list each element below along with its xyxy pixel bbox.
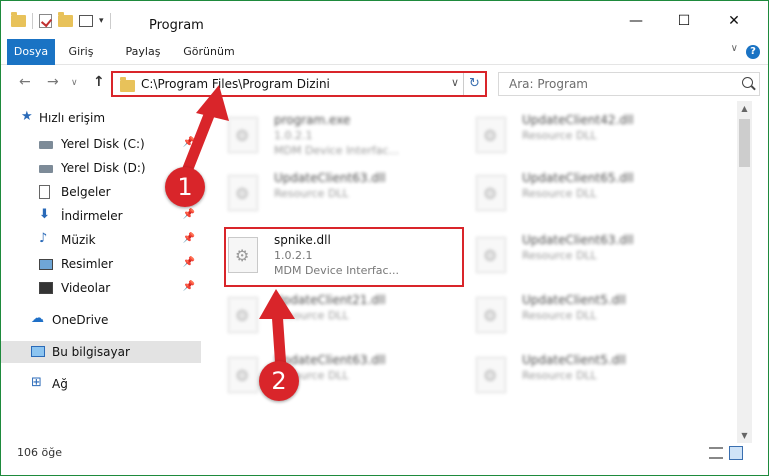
arrow-2-head xyxy=(259,289,295,319)
arrow-1-head xyxy=(196,85,229,121)
explorer-window: ▾ Program — ☐ ✕ Dosya Giriş Paylaş Görün… xyxy=(0,0,769,476)
step-1-badge: 1 xyxy=(165,167,205,207)
step-2-badge: 2 xyxy=(259,361,299,401)
annotation-arrows xyxy=(181,85,295,375)
